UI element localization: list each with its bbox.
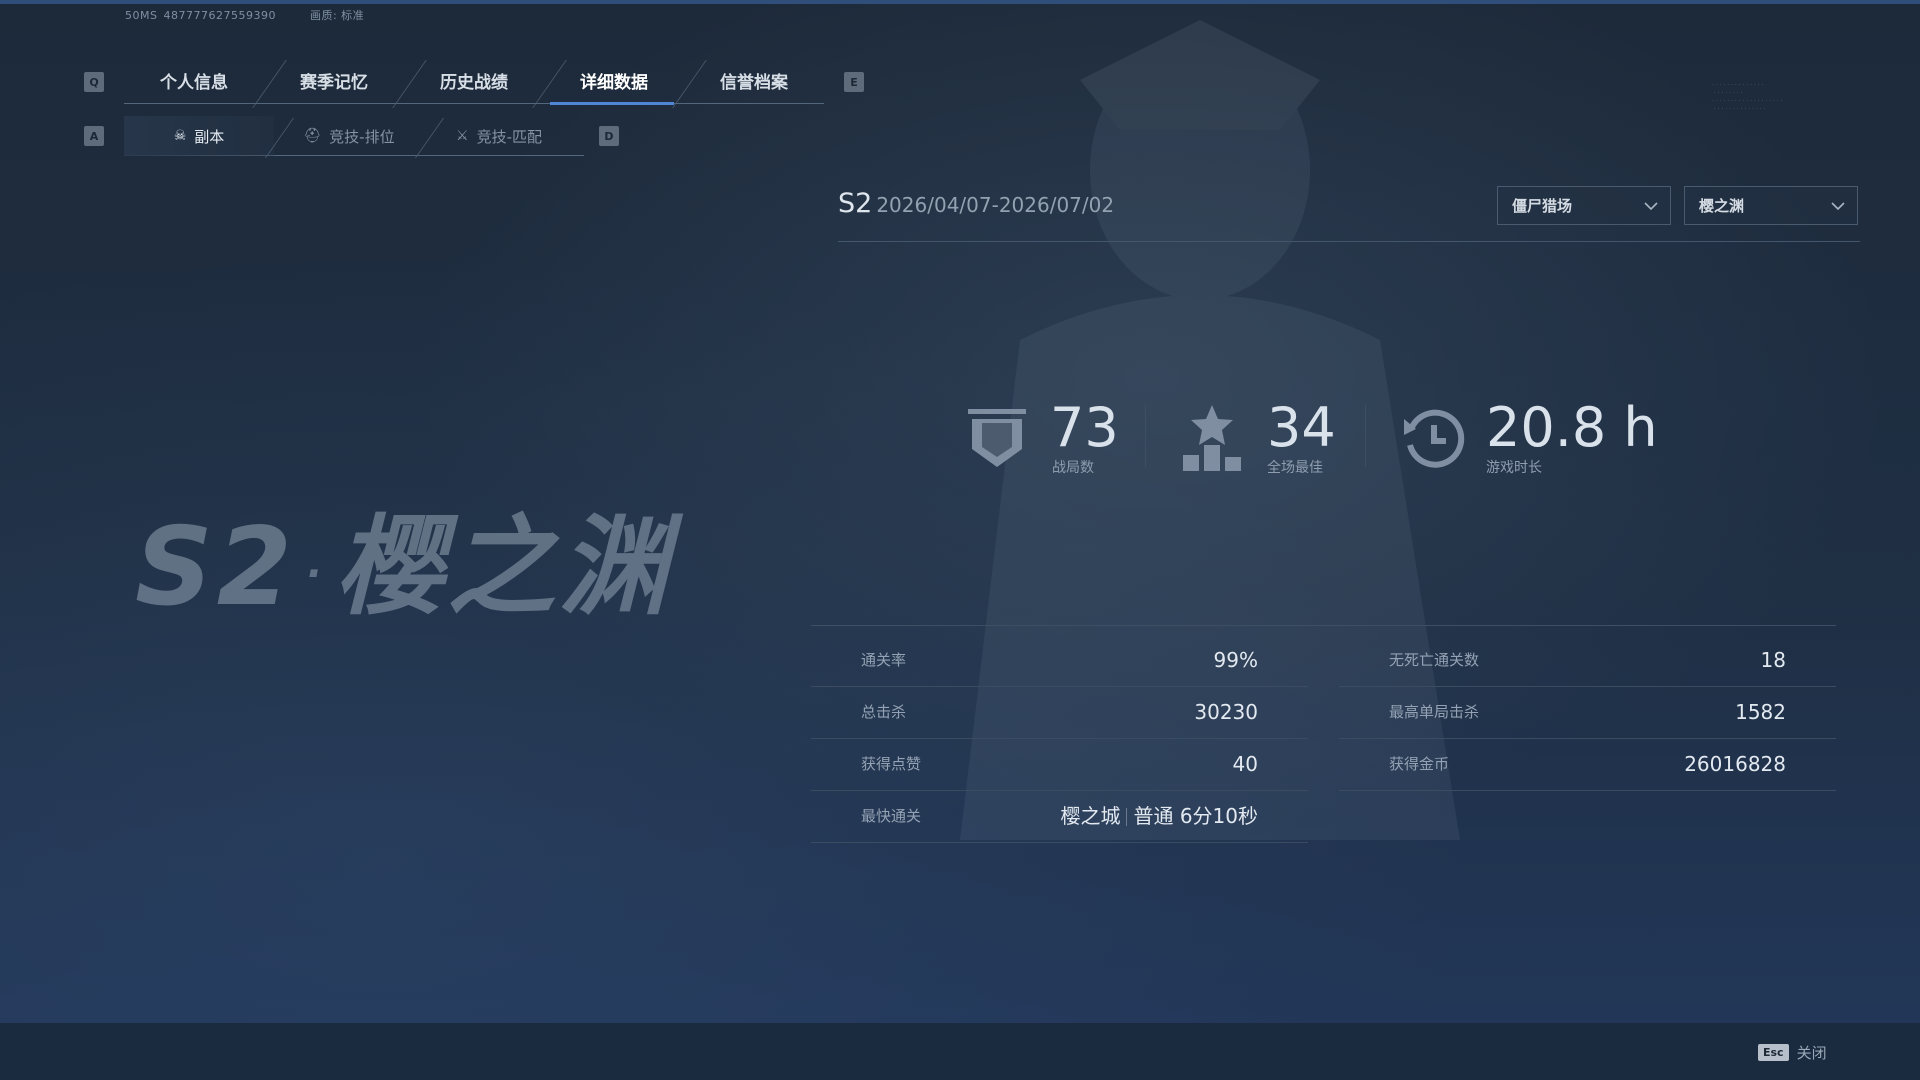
star-podium-icon — [1183, 405, 1241, 471]
stat-value: 30230 — [1194, 700, 1258, 724]
stat-divider — [1145, 405, 1146, 467]
playtime-label: 游戏时长 — [1486, 460, 1542, 476]
prev-subtab-key-hint[interactable]: A — [84, 126, 104, 146]
stat-value: 40 — [1232, 752, 1258, 776]
fastest-time: 6分10秒 — [1179, 804, 1258, 828]
connection-info: 50MS 487777627559390 画质: 标准 — [125, 7, 394, 23]
matches-value: 73 — [1050, 396, 1119, 459]
fastest-difficulty: 普通 — [1133, 804, 1174, 828]
stat-label: 总击杀 — [861, 703, 907, 721]
close-label: 关闭 — [1796, 1044, 1827, 1062]
playtime-value: 20.8 h — [1486, 396, 1658, 459]
top-accent-line — [0, 0, 1920, 4]
tab-detailed-data[interactable]: 详细数据 — [544, 56, 707, 108]
stat-label: 最快通关 — [861, 807, 922, 825]
quality-readout: 画质: 标准 — [309, 9, 365, 22]
profile-detail-screen: 50MS 487777627559390 画质: 标准 · · · · · · ·… — [0, 0, 1920, 1080]
tab-label: 详细数据 — [580, 72, 648, 93]
stat-row-deathless-clears: 无死亡通关数 18 — [1339, 634, 1836, 687]
active-tab-indicator — [550, 102, 674, 105]
season-header: S2 2026/04/07-2026/07/02 — [838, 188, 1114, 219]
close-button[interactable]: Esc 关闭 — [1758, 1042, 1827, 1063]
season-map-logo: S2 ·樱之渊 — [135, 480, 671, 636]
season-divider — [838, 241, 1860, 242]
crossed-swords-icon: ⚔ — [456, 128, 469, 144]
subtab-casual-match[interactable]: ⚔ 竞技-匹配 — [424, 116, 574, 156]
shield-icon — [968, 409, 1026, 467]
stat-row-total-kills: 总击杀 30230 — [811, 686, 1308, 739]
subtab-ranked[interactable]: ⛑ 竞技-排位 — [274, 116, 445, 158]
bottom-bar — [0, 1023, 1920, 1080]
subtab-dungeon[interactable]: ☠ 副本 — [124, 116, 295, 158]
stat-row-clear-rate: 通关率 99% — [811, 634, 1308, 687]
season-date-range: 2026/04/07-2026/07/02 — [876, 193, 1115, 217]
stat-row-gold: 获得金币 26016828 — [1339, 738, 1836, 791]
ping-readout: 50MS — [125, 9, 158, 22]
subtab-label: 竞技-匹配 — [476, 127, 542, 146]
clock-history-icon — [1404, 409, 1465, 468]
skull-icon: ☠ — [173, 128, 187, 144]
stat-row-likes: 获得点赞 40 — [811, 738, 1308, 791]
season-name: S2 — [838, 188, 873, 219]
stat-value: 99% — [1213, 648, 1258, 672]
mvp-label: 全场最佳 — [1267, 460, 1323, 476]
mvp-value: 34 — [1267, 396, 1336, 459]
value-separator — [1126, 808, 1128, 826]
esc-key-hint: Esc — [1758, 1044, 1789, 1061]
chevron-down-icon — [1831, 201, 1845, 210]
tab-season-memory[interactable]: 赛季记忆 — [264, 56, 427, 108]
logo-season: S2 — [135, 505, 296, 630]
mode-dropdown[interactable]: 僵尸猎场 — [1497, 186, 1671, 225]
logo-map-name: 樱之渊 — [335, 505, 672, 630]
matches-label: 战局数 — [1052, 460, 1094, 476]
tab-credit-file[interactable]: 信誉档案 — [684, 56, 824, 104]
mode-dropdown-value: 僵尸猎场 — [1512, 197, 1573, 215]
stat-value: 1582 — [1735, 700, 1786, 724]
stat-label: 无死亡通关数 — [1389, 651, 1480, 669]
next-tab-key-hint[interactable]: E — [844, 72, 864, 92]
stats-table-divider — [811, 625, 1836, 626]
tab-history-record[interactable]: 历史战绩 — [404, 56, 567, 108]
stat-value: 樱之城 普通 6分10秒 — [1060, 790, 1258, 842]
chevron-down-icon — [1644, 201, 1658, 210]
tab-label: 信誉档案 — [720, 72, 788, 93]
stat-divider — [1365, 405, 1366, 467]
subtab-label: 竞技-排位 — [329, 127, 395, 146]
stat-value: 18 — [1760, 648, 1786, 672]
stat-row-fastest-clear: 最快通关 樱之城 普通 6分10秒 — [811, 790, 1308, 843]
sub-tab-bar: ☠ 副本 ⛑ 竞技-排位 ⚔ 竞技-匹配 — [124, 116, 584, 158]
stat-label: 获得金币 — [1389, 755, 1450, 773]
stat-label: 最高单局击杀 — [1389, 703, 1480, 721]
decorative-code-text: · · · · · · · · · · · · · · · · · · · · … — [1712, 82, 1783, 113]
helmet-icon: ⛑ — [303, 128, 322, 144]
tab-label: 个人信息 — [160, 72, 228, 93]
stat-label: 获得点赞 — [861, 755, 922, 773]
fastest-map: 樱之城 — [1060, 804, 1121, 828]
tab-label: 赛季记忆 — [300, 72, 368, 93]
map-dropdown[interactable]: 樱之渊 — [1684, 186, 1858, 225]
subtab-label: 副本 — [194, 127, 225, 146]
stat-row-max-kills: 最高单局击杀 1582 — [1339, 686, 1836, 739]
next-subtab-key-hint[interactable]: D — [599, 126, 619, 146]
uid-readout: 487777627559390 — [163, 9, 276, 22]
logo-dot: · — [305, 551, 326, 598]
map-dropdown-value: 樱之渊 — [1699, 197, 1745, 215]
prev-tab-key-hint[interactable]: Q — [84, 72, 104, 92]
tab-personal-info[interactable]: 个人信息 — [124, 56, 287, 108]
tab-label: 历史战绩 — [440, 72, 508, 93]
main-tab-bar: 个人信息 赛季记忆 历史战绩 详细数据 信誉档案 — [124, 56, 824, 108]
stat-label: 通关率 — [861, 651, 907, 669]
stat-value: 26016828 — [1684, 752, 1786, 776]
